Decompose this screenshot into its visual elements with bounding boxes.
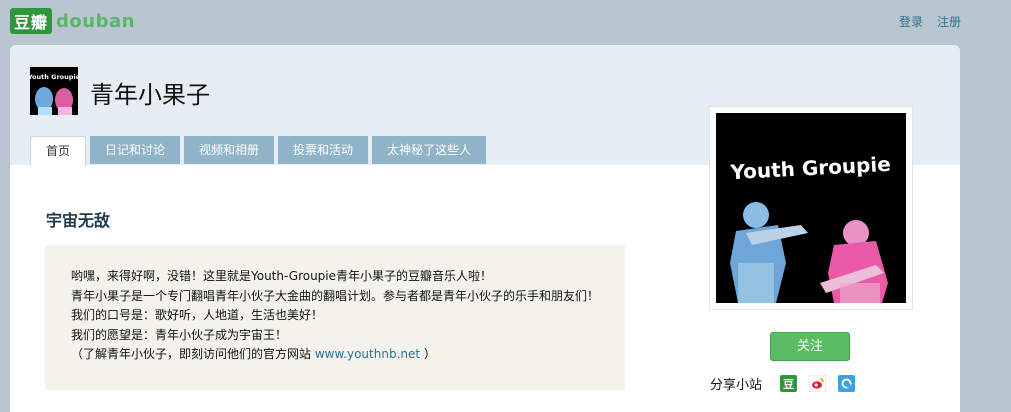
group-title: 青年小果子 <box>90 81 210 109</box>
group-photo: Youth Groupie <box>716 113 906 303</box>
douban-logo[interactable]: 豆瓣 douban <box>10 8 135 34</box>
share-bar: 分享小站 豆 <box>710 374 856 393</box>
site-panel: Youth Groupie 青年小果子 首页 日记和讨论 视频和相册 投票和活动… <box>10 45 960 412</box>
top-bar: 豆瓣 douban 登录 注册 <box>0 0 1011 44</box>
qzone-icon[interactable] <box>838 375 856 392</box>
douban-icon[interactable]: 豆 <box>780 375 798 392</box>
intro-link-prefix: （了解青年小伙子，即刻访问他们的官方网站 <box>71 347 315 361</box>
tab-members[interactable]: 太神秘了这些人 <box>372 136 487 164</box>
intro-line: 哟嘿，来得好啊，没错！这里就是Youth-Groupie青年小果子的豆瓣音乐人啦… <box>71 269 493 283</box>
tab-home[interactable]: 首页 <box>30 136 87 166</box>
login-link[interactable]: 登录 <box>899 13 923 30</box>
tab-bar: 首页 日记和讨论 视频和相册 投票和活动 太神秘了这些人 <box>30 136 487 166</box>
intro-box: 哟嘿，来得好啊，没错！这里就是Youth-Groupie青年小果子的豆瓣音乐人啦… <box>45 245 625 390</box>
tab-vote[interactable]: 投票和活动 <box>278 136 369 164</box>
logo-en: douban <box>56 10 135 32</box>
intro-line: 我们的愿望是：青年小伙子成为宇宙王！ <box>71 327 288 342</box>
group-photo-frame: Youth Groupie <box>710 107 912 309</box>
account-links: 登录 注册 <box>899 13 961 30</box>
intro-line: 我们的口号是：歌好听，人地道，生活也美好！ <box>71 308 324 322</box>
tab-video[interactable]: 视频和相册 <box>184 136 275 164</box>
intro-line: 青年小果子是一个专门翻唱青年小伙子大金曲的翻唱计划。参与者都是青年小伙子的乐手和… <box>71 288 600 303</box>
avatar-logo-text: Youth Groupie <box>30 73 78 81</box>
group-avatar: Youth Groupie <box>30 67 78 115</box>
follow-button[interactable]: 关注 <box>770 332 850 361</box>
official-site-link[interactable]: www.youthnb.net <box>315 347 420 361</box>
intro-link-suffix: ） <box>420 347 436 361</box>
share-label: 分享小站 <box>710 378 763 393</box>
weibo-icon[interactable] <box>809 375 827 392</box>
svg-text:豆: 豆 <box>783 378 794 391</box>
tab-diary[interactable]: 日记和讨论 <box>90 136 181 164</box>
register-link[interactable]: 注册 <box>937 13 961 30</box>
section-title: 宇宙无敌 <box>46 211 111 230</box>
intro-line: （了解青年小伙子，即刻访问他们的官方网站 www.youthnb.net ） <box>71 345 599 365</box>
logo-zh: 豆瓣 <box>10 8 53 34</box>
